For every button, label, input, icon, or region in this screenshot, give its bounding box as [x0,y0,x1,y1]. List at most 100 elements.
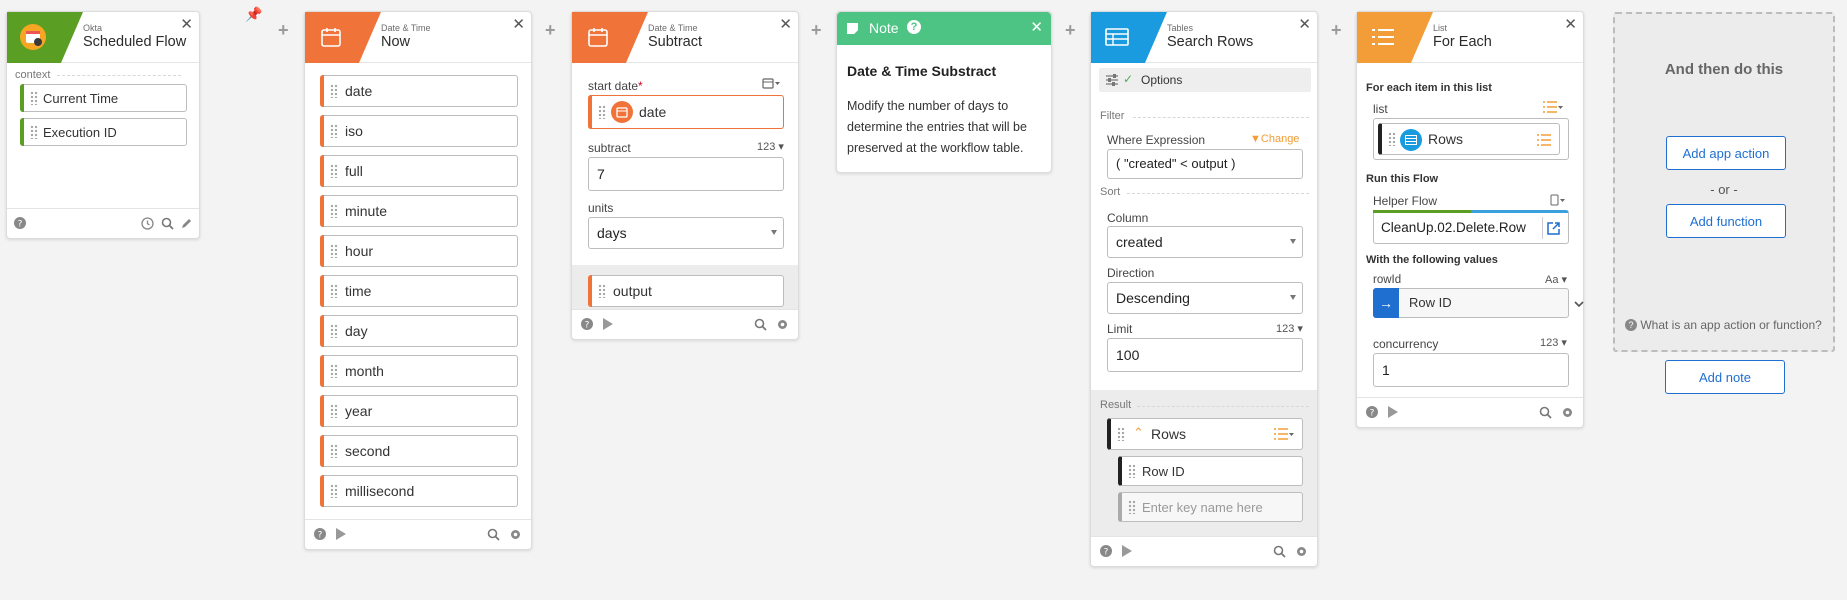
add-step-icon[interactable]: + [811,20,822,41]
section-divider [1127,193,1309,194]
external-link-icon[interactable] [1542,217,1564,239]
start-date-input[interactable]: date [588,95,784,129]
history-icon[interactable] [140,216,154,230]
close-icon[interactable]: ✕ [512,15,525,33]
column-select[interactable]: created [1107,226,1303,258]
field-day[interactable]: day [320,315,518,347]
help-link[interactable]: ? What is an app action or function? [1625,318,1829,332]
drag-handle-icon[interactable] [330,404,338,418]
type-selector-number[interactable]: 123 ▾ [1540,336,1567,349]
drag-handle-icon[interactable] [30,125,38,139]
gear-icon[interactable] [1560,405,1574,419]
drag-handle-icon[interactable] [330,164,338,178]
field-second[interactable]: second [320,435,518,467]
field-iso[interactable]: iso [320,115,518,147]
change-button[interactable]: ▼Change [1250,133,1299,145]
add-step-icon[interactable]: + [1065,20,1076,41]
close-icon[interactable]: ✕ [779,15,792,33]
type-selector-calendar-icon[interactable] [762,78,780,92]
key-name-input[interactable]: Enter key name here [1118,492,1303,522]
gear-icon[interactable] [508,527,522,541]
field-full[interactable]: full [320,155,518,187]
search-icon[interactable] [160,216,174,230]
edit-icon[interactable] [179,216,193,230]
drag-handle-icon[interactable] [330,284,338,298]
drag-handle-icon[interactable] [330,244,338,258]
field-millisecond[interactable]: millisecond [320,475,518,507]
search-icon[interactable] [753,317,767,331]
play-icon[interactable] [1119,544,1133,558]
drag-handle-icon[interactable] [598,105,606,119]
drag-handle-icon[interactable] [30,91,38,105]
search-icon[interactable] [1538,405,1552,419]
close-icon[interactable]: ✕ [1564,15,1577,33]
close-icon[interactable]: ✕ [180,15,193,33]
drag-handle-icon[interactable] [330,124,338,138]
field-minute[interactable]: minute [320,195,518,227]
gear-icon[interactable] [1294,544,1308,558]
field-execution-id[interactable]: Execution ID [20,118,187,146]
drag-handle-icon[interactable] [330,204,338,218]
field-month[interactable]: month [320,355,518,387]
add-step-icon[interactable]: + [545,20,556,41]
help-icon[interactable]: ? [580,317,594,331]
add-function-button[interactable]: Add function [1666,204,1786,238]
field-label: day [345,323,368,339]
help-icon[interactable]: ? [1099,544,1113,558]
type-selector-text[interactable]: Aa ▾ [1545,273,1567,286]
play-icon[interactable] [1385,405,1399,419]
help-icon[interactable]: ? [907,20,921,34]
help-icon[interactable]: ? [313,527,327,541]
subtract-input[interactable]: 7 [588,157,784,191]
list-type-icon[interactable] [1543,100,1563,118]
type-selector-number[interactable]: 123 ▾ [757,140,784,153]
pin-icon[interactable]: 📌 [245,6,262,23]
field-date[interactable]: date [320,75,518,107]
search-icon[interactable] [486,527,500,541]
drag-handle-icon[interactable] [330,324,338,338]
play-icon[interactable] [600,317,614,331]
field-time[interactable]: time [320,275,518,307]
options-bar[interactable]: ✓ Options [1099,68,1311,92]
add-note-button[interactable]: Add note [1665,360,1785,394]
field-rows[interactable]: ⌃ Rows [1107,418,1303,450]
add-app-action-button[interactable]: Add app action [1666,136,1786,170]
drag-handle-icon[interactable] [1128,500,1136,514]
drag-handle-icon[interactable] [330,484,338,498]
drag-handle-icon[interactable] [330,364,338,378]
units-select[interactable]: days [588,217,784,249]
close-icon[interactable]: ✕ [1298,15,1311,33]
where-expression-input[interactable]: ( "created" < output ) [1107,149,1303,179]
helper-flow-input[interactable]: CleanUp.02.Delete.Row [1373,210,1569,244]
drag-handle-icon[interactable] [330,84,338,98]
list-type-icon[interactable] [1274,427,1294,443]
field-current-time[interactable]: Current Time [20,84,187,112]
flow-type-icon[interactable] [1550,193,1568,211]
help-icon[interactable]: ? [1365,405,1379,419]
search-icon[interactable] [1272,544,1286,558]
field-hour[interactable]: hour [320,235,518,267]
drag-handle-icon[interactable] [1128,464,1136,478]
field-row-id[interactable]: Row ID [1118,456,1303,486]
field-rows[interactable]: Rows [1378,123,1560,155]
limit-input[interactable]: 100 [1107,338,1303,372]
direction-select[interactable]: Descending [1107,282,1303,314]
chevron-down-icon[interactable] [1574,295,1584,313]
help-icon[interactable]: ? [13,216,27,230]
add-step-icon[interactable]: + [278,20,289,41]
list-drop-zone[interactable]: Rows [1373,118,1569,160]
play-icon[interactable] [333,527,347,541]
field-year[interactable]: year [320,395,518,427]
drag-handle-icon[interactable] [330,444,338,458]
close-icon[interactable]: ✕ [1030,18,1043,36]
add-step-icon[interactable]: + [1331,20,1342,41]
field-output[interactable]: output [588,275,784,307]
drag-handle-icon[interactable] [1117,427,1125,441]
drag-handle-icon[interactable] [598,284,606,298]
concurrency-input[interactable]: 1 [1373,353,1569,387]
gear-icon[interactable] [775,317,789,331]
rowid-mapping[interactable]: → Row ID [1373,288,1569,318]
chevron-up-icon[interactable]: ⌃ [1133,425,1144,441]
type-selector-number[interactable]: 123 ▾ [1276,322,1303,335]
drag-handle-icon[interactable] [1388,132,1396,146]
